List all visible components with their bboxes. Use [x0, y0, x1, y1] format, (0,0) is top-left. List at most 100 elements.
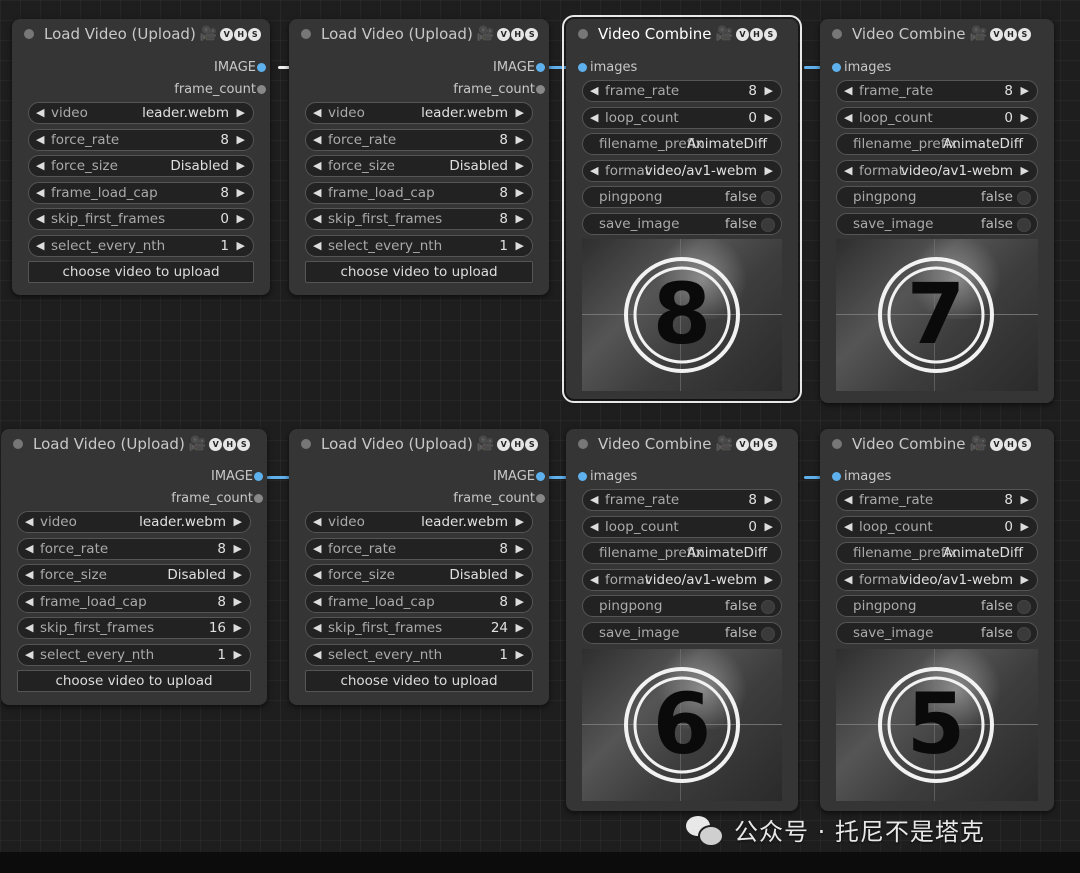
widget-format[interactable]: ◀ format video/av1-webm ▶	[836, 160, 1038, 182]
output-slot[interactable]	[257, 85, 266, 94]
arrow-left-icon[interactable]: ◀	[844, 570, 852, 590]
widget-format[interactable]: ◀ format video/av1-webm ▶	[582, 160, 782, 182]
collapse-dot-icon[interactable]	[578, 29, 588, 39]
arrow-right-icon[interactable]: ▶	[234, 618, 242, 638]
arrow-left-icon[interactable]: ◀	[36, 103, 44, 123]
widget-skip-first-frames[interactable]: ◀ skip_first_frames 0 ▶	[28, 208, 254, 230]
output-slot[interactable]	[257, 63, 266, 72]
arrow-right-icon[interactable]: ▶	[516, 156, 524, 176]
arrow-left-icon[interactable]: ◀	[313, 156, 321, 176]
widget-video[interactable]: ◀ video leader.webm ▶	[305, 511, 533, 533]
output-slot[interactable]	[536, 85, 545, 94]
widget-loop-count[interactable]: ◀ loop_count 0 ▶	[582, 107, 782, 129]
arrow-left-icon[interactable]: ◀	[36, 130, 44, 150]
toggle-knob[interactable]	[1017, 191, 1031, 205]
widget-format[interactable]: ◀ format video/av1-webm ▶	[836, 569, 1038, 591]
arrow-right-icon[interactable]: ▶	[516, 645, 524, 665]
arrow-right-icon[interactable]: ▶	[516, 618, 524, 638]
widget-loop-count[interactable]: ◀ loop_count 0 ▶	[836, 516, 1038, 538]
arrow-right-icon[interactable]: ▶	[237, 236, 245, 256]
arrow-right-icon[interactable]: ▶	[1021, 81, 1029, 101]
arrow-left-icon[interactable]: ◀	[590, 161, 598, 181]
load-video-node[interactable]: Load Video (Upload) 🎥 VHS IMAGE frame_co…	[289, 429, 549, 705]
arrow-left-icon[interactable]: ◀	[590, 108, 598, 128]
arrow-right-icon[interactable]: ▶	[516, 236, 524, 256]
arrow-right-icon[interactable]: ▶	[516, 539, 524, 559]
widget-filename-prefix[interactable]: filename_prefix AnimateDiff	[582, 542, 782, 564]
arrow-left-icon[interactable]: ◀	[25, 512, 33, 532]
node-title-bar[interactable]: Video Combine 🎥 VHS	[820, 429, 1054, 459]
arrow-left-icon[interactable]: ◀	[313, 236, 321, 256]
choose-video-button[interactable]: choose video to upload	[305, 261, 533, 283]
video-combine-node[interactable]: Video Combine 🎥 VHS images ◀ frame_rate 8 ▶…	[562, 15, 802, 403]
video-combine-node[interactable]: Video Combine 🎥 VHS images ◀ frame_rate 8 ▶…	[820, 19, 1054, 403]
collapse-dot-icon[interactable]	[24, 29, 34, 39]
widget-force-rate[interactable]: ◀ force_rate 8 ▶	[17, 538, 251, 560]
widget-save-image[interactable]: save_image false	[836, 622, 1038, 644]
widget-format[interactable]: ◀ format video/av1-webm ▶	[582, 569, 782, 591]
toggle-knob[interactable]	[1017, 218, 1031, 232]
arrow-right-icon[interactable]: ▶	[765, 517, 773, 537]
arrow-right-icon[interactable]: ▶	[1021, 108, 1029, 128]
input-slot[interactable]	[578, 472, 587, 481]
toggle-knob[interactable]	[761, 191, 775, 205]
widget-filename-prefix[interactable]: filename_prefix AnimateDiff	[836, 542, 1038, 564]
widget-force-size[interactable]: ◀ force_size Disabled ▶	[17, 564, 251, 586]
widget-frame-load-cap[interactable]: ◀ frame_load_cap 8 ▶	[28, 182, 254, 204]
widget-select-every-nth[interactable]: ◀ select_every_nth 1 ▶	[28, 235, 254, 257]
load-video-node[interactable]: Load Video (Upload) 🎥 VHS IMAGE frame_co…	[289, 19, 549, 295]
video-preview[interactable]: 7	[836, 239, 1038, 391]
arrow-left-icon[interactable]: ◀	[25, 618, 33, 638]
widget-pingpong[interactable]: pingpong false	[836, 186, 1038, 208]
widget-loop-count[interactable]: ◀ loop_count 0 ▶	[582, 516, 782, 538]
arrow-right-icon[interactable]: ▶	[765, 108, 773, 128]
widget-force-size[interactable]: ◀ force_size Disabled ▶	[305, 564, 533, 586]
arrow-right-icon[interactable]: ▶	[234, 512, 242, 532]
toggle-knob[interactable]	[1017, 627, 1031, 641]
arrow-right-icon[interactable]: ▶	[516, 130, 524, 150]
node-title-bar[interactable]: Load Video (Upload) 🎥 VHS	[12, 19, 270, 49]
arrow-left-icon[interactable]: ◀	[36, 183, 44, 203]
arrow-right-icon[interactable]: ▶	[1021, 161, 1029, 181]
widget-save-image[interactable]: save_image false	[582, 622, 782, 644]
arrow-left-icon[interactable]: ◀	[313, 592, 321, 612]
arrow-left-icon[interactable]: ◀	[25, 565, 33, 585]
arrow-left-icon[interactable]: ◀	[844, 108, 852, 128]
node-title-bar[interactable]: Load Video (Upload) 🎥 VHS	[289, 429, 549, 459]
arrow-right-icon[interactable]: ▶	[1021, 517, 1029, 537]
arrow-right-icon[interactable]: ▶	[765, 161, 773, 181]
widget-frame-rate[interactable]: ◀ frame_rate 8 ▶	[836, 489, 1038, 511]
arrow-left-icon[interactable]: ◀	[25, 539, 33, 559]
widget-save-image[interactable]: save_image false	[836, 213, 1038, 235]
widget-pingpong[interactable]: pingpong false	[836, 595, 1038, 617]
video-combine-node[interactable]: Video Combine 🎥 VHS images ◀ frame_rate 8 ▶…	[820, 429, 1054, 811]
load-video-node[interactable]: Load Video (Upload) 🎥 VHS IMAGE frame_co…	[12, 19, 270, 295]
input-slot[interactable]	[832, 63, 841, 72]
arrow-right-icon[interactable]: ▶	[237, 130, 245, 150]
arrow-left-icon[interactable]: ◀	[590, 517, 598, 537]
widget-pingpong[interactable]: pingpong false	[582, 186, 782, 208]
node-title-bar[interactable]: Load Video (Upload) 🎥 VHS	[1, 429, 267, 459]
widget-skip-first-frames[interactable]: ◀ skip_first_frames 24 ▶	[305, 617, 533, 639]
arrow-left-icon[interactable]: ◀	[313, 103, 321, 123]
widget-force-rate[interactable]: ◀ force_rate 8 ▶	[305, 538, 533, 560]
input-slot[interactable]	[832, 472, 841, 481]
widget-frame-rate[interactable]: ◀ frame_rate 8 ▶	[582, 80, 782, 102]
choose-video-button[interactable]: choose video to upload	[305, 670, 533, 692]
video-preview[interactable]: 8	[582, 239, 782, 391]
output-slot[interactable]	[536, 472, 545, 481]
widget-force-size[interactable]: ◀ force_size Disabled ▶	[305, 155, 533, 177]
input-slot[interactable]	[578, 63, 587, 72]
widget-skip-first-frames[interactable]: ◀ skip_first_frames 8 ▶	[305, 208, 533, 230]
collapse-dot-icon[interactable]	[832, 439, 842, 449]
arrow-right-icon[interactable]: ▶	[234, 539, 242, 559]
arrow-right-icon[interactable]: ▶	[234, 645, 242, 665]
arrow-left-icon[interactable]: ◀	[25, 592, 33, 612]
node-title-bar[interactable]: Video Combine 🎥 VHS	[820, 19, 1054, 49]
widget-force-rate[interactable]: ◀ force_rate 8 ▶	[28, 129, 254, 151]
arrow-left-icon[interactable]: ◀	[36, 156, 44, 176]
video-combine-node[interactable]: Video Combine 🎥 VHS images ◀ frame_rate 8 ▶…	[566, 429, 798, 811]
arrow-right-icon[interactable]: ▶	[516, 512, 524, 532]
arrow-right-icon[interactable]: ▶	[234, 592, 242, 612]
collapse-dot-icon[interactable]	[301, 29, 311, 39]
